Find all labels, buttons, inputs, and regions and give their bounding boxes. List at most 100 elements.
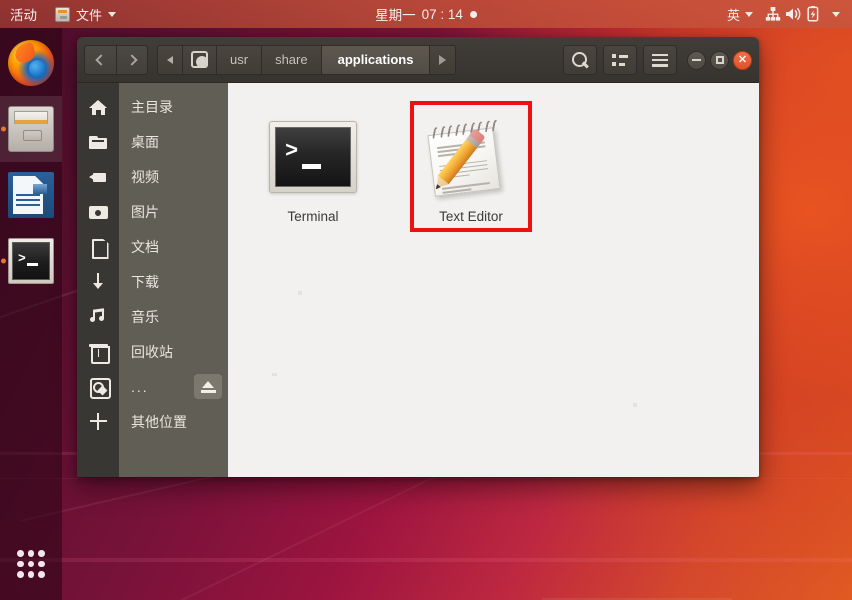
eject-icon [201,381,216,393]
file-item-label: Text Editor [439,209,503,224]
sidebar-item-label: 图片 [131,202,159,222]
forward-button[interactable] [116,45,148,75]
clock-button[interactable]: 星期一 07 : 14 [375,0,477,28]
view-options-button[interactable] [603,45,637,75]
clock-day: 星期一 [375,4,416,24]
breadcrumb-scroll-left[interactable] [157,45,183,75]
volume-icon[interactable] [784,5,802,23]
dock-item-files[interactable] [0,96,62,162]
sidebar-item-desktop[interactable]: 桌面 [119,124,228,159]
sidebar-icon-videos[interactable] [77,159,119,194]
breadcrumb-scroll-right[interactable] [430,45,456,75]
file-item-text-editor[interactable]: Text Editor [410,101,532,232]
doc-image-glyph [33,184,47,194]
search-button[interactable] [563,45,597,75]
activities-button[interactable]: 活动 [0,0,46,28]
minimize-icon [692,59,701,61]
sidebar-item-label: ... [131,379,149,395]
sidebar-item-videos[interactable]: 视频 [119,159,228,194]
app-menu-label: 文件 [76,5,102,24]
render-artifact [272,373,277,376]
sidebar-icon-desktop[interactable] [77,124,119,159]
dock: > [0,28,62,600]
sidebar-item-home[interactable]: 主目录 [119,89,228,124]
sidebar-icon-music[interactable] [77,299,119,334]
header-actions: ✕ [563,37,752,83]
system-indicators: 英 [718,0,848,28]
breadcrumb-label: share [275,52,308,67]
close-button[interactable]: ✕ [733,51,752,70]
sidebar-icon-downloads[interactable] [77,264,119,299]
sidebar-icon-other-locations[interactable] [77,404,119,439]
network-icon[interactable] [764,5,782,23]
breadcrumb-item-share[interactable]: share [262,45,322,75]
chevron-down-icon [108,12,116,17]
trash-icon [89,342,108,361]
maximize-button[interactable] [710,51,729,70]
sidebar-item-downloads[interactable]: 下载 [119,264,228,299]
file-icon: > [269,111,357,203]
music-note-icon [89,307,108,326]
terminal-prompt-glyph: > [18,252,26,265]
system-menu-button[interactable] [824,0,848,28]
sidebar-icon-pictures[interactable] [77,194,119,229]
minimize-button[interactable] [687,51,706,70]
firefox-icon [8,40,54,86]
battery-icon[interactable] [804,5,822,23]
sidebar-item-documents[interactable]: 文档 [119,229,228,264]
terminal-cursor-glyph [302,164,321,169]
wallpaper-band [0,558,852,562]
folder-icon [89,132,108,151]
app-menu-files[interactable]: 文件 [46,0,125,28]
sidebar-icon-home[interactable] [77,89,119,124]
input-method-indicator[interactable]: 英 [718,0,762,28]
file-list-view[interactable]: > Terminal [228,83,759,477]
terminal-cursor-glyph [27,263,38,266]
eject-button[interactable] [194,374,222,399]
wallpaper-band [0,478,852,479]
sidebar-item-label: 音乐 [131,307,159,327]
doc-lines-glyph [16,194,40,209]
sidebar-item-trash[interactable]: 回收站 [119,334,228,369]
sidebar-icon-trash[interactable] [77,334,119,369]
sidebar-item-label: 视频 [131,167,159,187]
sidebar-item-label: 文档 [131,237,159,257]
maximize-icon [716,56,724,64]
breadcrumb-item-usr[interactable]: usr [217,45,262,75]
breadcrumb-item-applications[interactable]: applications [322,45,431,75]
files-icon [55,7,70,22]
files-cabinet-icon [8,106,54,152]
sidebar-item-other-locations[interactable]: 其他位置 [119,404,228,439]
show-applications-button[interactable] [0,536,62,592]
file-icon [427,111,515,203]
terminal-prompt-glyph: > [285,141,298,163]
triangle-right-icon [439,55,446,65]
drive-icon [89,377,108,396]
sidebar-item-drive[interactable]: ... [119,369,228,404]
breadcrumb-label: applications [338,52,414,67]
menu-button[interactable] [643,45,677,75]
navigation-buttons [84,45,148,75]
running-indicator-dot [1,259,6,264]
window-controls: ✕ [687,51,752,70]
sidebar-item-label: 回收站 [131,342,173,362]
file-item-terminal[interactable]: > Terminal [252,101,374,232]
search-icon [572,52,588,68]
dock-item-libreoffice[interactable] [0,162,62,228]
sidebar-icon-drive[interactable] [77,369,119,404]
chevron-down-icon [832,12,840,17]
download-icon [89,272,108,291]
triangle-left-icon [167,56,173,64]
render-artifact [298,291,302,295]
sidebar-item-music[interactable]: 音乐 [119,299,228,334]
camera-icon [89,202,108,221]
dock-item-firefox[interactable] [0,30,62,96]
sidebar-item-label: 其他位置 [131,412,187,432]
sidebar-icon-documents[interactable] [77,229,119,264]
dock-item-terminal[interactable]: > [0,228,62,294]
clock-time: 07 : 14 [422,7,463,22]
sidebar-item-pictures[interactable]: 图片 [119,194,228,229]
back-button[interactable] [84,45,116,75]
sidebar-item-label: 桌面 [131,132,159,152]
breadcrumb-device[interactable] [183,45,217,75]
